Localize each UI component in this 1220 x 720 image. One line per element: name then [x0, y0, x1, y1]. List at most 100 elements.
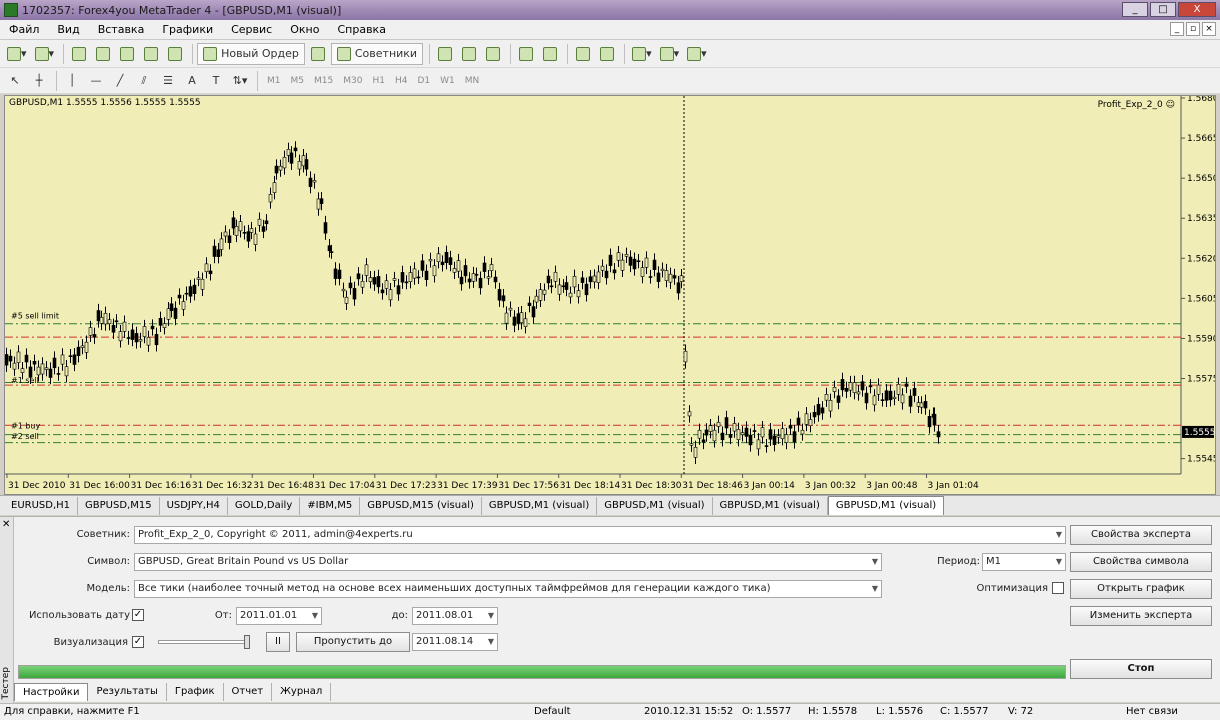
metaeditor-button[interactable]: [307, 43, 329, 65]
menu-charts[interactable]: Графики: [153, 20, 222, 40]
line-chart-button[interactable]: [482, 43, 504, 65]
minimize-button[interactable]: _: [1122, 2, 1148, 17]
chart-shift-button[interactable]: [596, 43, 618, 65]
tab-settings[interactable]: Настройки: [14, 683, 89, 701]
horizontal-line-button[interactable]: —: [85, 70, 107, 92]
close-button[interactable]: X: [1178, 2, 1216, 17]
open-chart-button[interactable]: Открыть график: [1070, 579, 1212, 599]
skip-to-button[interactable]: Пропустить до: [296, 632, 410, 652]
experts-button[interactable]: Советники: [330, 42, 424, 65]
mdi-minimize-icon[interactable]: _: [1170, 22, 1184, 36]
maximize-button[interactable]: □: [1150, 2, 1176, 17]
arrows-button[interactable]: ⇅ ▾: [229, 70, 251, 92]
menu-tools[interactable]: Сервис: [222, 20, 281, 40]
price-tick-label: 1.5635: [1187, 214, 1215, 224]
menu-help[interactable]: Справка: [328, 20, 394, 40]
market-watch-button[interactable]: [68, 43, 90, 65]
speed-slider[interactable]: [158, 640, 250, 644]
text-button[interactable]: A: [181, 70, 203, 92]
chart-tab[interactable]: #IBM,M5: [300, 497, 361, 515]
timeframe-m5[interactable]: M5: [286, 76, 310, 86]
fibo-button[interactable]: ☰: [157, 70, 179, 92]
visual-checkbox[interactable]: ✓: [132, 636, 144, 648]
timeframe-w1[interactable]: W1: [435, 76, 460, 86]
pause-button[interactable]: II: [266, 632, 290, 652]
candle-body: [561, 285, 566, 288]
chart-tab[interactable]: GBPUSD,M1 (visual): [482, 497, 598, 515]
mdi-close-icon[interactable]: ×: [1202, 22, 1216, 36]
channel-button[interactable]: ⫽: [133, 70, 155, 92]
modify-expert-button[interactable]: Изменить эксперта: [1070, 606, 1212, 626]
chart-tab[interactable]: GBPUSD,M15 (visual): [360, 497, 482, 515]
menu-insert[interactable]: Вставка: [89, 20, 154, 40]
candle-body: [327, 245, 332, 252]
model-select[interactable]: Все тики (наиболее точный метод на основ…: [134, 580, 882, 598]
order-label: #1 buy: [11, 421, 40, 430]
tab-graph[interactable]: График: [167, 683, 224, 701]
timeframe-d1[interactable]: D1: [412, 76, 435, 86]
chart-tab[interactable]: GBPUSD,M1 (visual): [597, 497, 713, 515]
timeframe-mn[interactable]: MN: [460, 76, 485, 86]
crosshair-button[interactable]: ┼: [28, 70, 50, 92]
tab-journal[interactable]: Журнал: [272, 683, 332, 701]
candle-body: [28, 366, 33, 378]
menu-window[interactable]: Окно: [281, 20, 328, 40]
to-date-input[interactable]: 2011.08.01 ▼: [412, 607, 498, 625]
chart-tab[interactable]: GBPUSD,M15: [78, 497, 160, 515]
trendline-button[interactable]: ╱: [109, 70, 131, 92]
expert-select[interactable]: Profit_Exp_2_0, Copyright © 2011, admin@…: [134, 526, 1066, 544]
timeframe-m30[interactable]: M30: [338, 76, 367, 86]
bar-chart-button[interactable]: [434, 43, 456, 65]
candle-body: [888, 390, 893, 401]
terminal-button[interactable]: [140, 43, 162, 65]
profiles-button[interactable]: ▾: [32, 43, 58, 65]
timeframe-m15[interactable]: M15: [309, 76, 338, 86]
candle-body: [549, 285, 554, 288]
candle-chart-button[interactable]: [458, 43, 480, 65]
autoscroll-button[interactable]: [572, 43, 594, 65]
tab-report[interactable]: Отчет: [224, 683, 273, 701]
timeframe-h4[interactable]: H4: [390, 76, 413, 86]
indicators-button[interactable]: ▾: [629, 43, 655, 65]
skip-date-input[interactable]: 2011.08.14 ▼: [412, 633, 498, 651]
price-chart[interactable]: 1.5680 1.5665 1.5650 1.5635 1.5620 1.5605 1.55…: [5, 96, 1215, 494]
zoom-out-button[interactable]: [539, 43, 561, 65]
chart-tab[interactable]: EURUSD,H1: [4, 497, 79, 515]
candle-body: [720, 432, 725, 441]
new-chart-button[interactable]: ▾: [4, 43, 30, 65]
chart-area[interactable]: 1.5680 1.5665 1.5650 1.5635 1.5620 1.5605 1.55…: [4, 95, 1216, 495]
menu-file[interactable]: Файл: [0, 20, 48, 40]
symbol-properties-button[interactable]: Свойства символа: [1070, 552, 1212, 572]
mdi-restore-icon[interactable]: ▫: [1186, 22, 1200, 36]
vertical-line-button[interactable]: │: [61, 70, 83, 92]
templates-button[interactable]: ▾: [684, 43, 710, 65]
use-date-checkbox[interactable]: ✓: [132, 609, 144, 621]
chart-tab[interactable]: GBPUSD,M1 (visual): [713, 497, 828, 515]
tester-button[interactable]: [164, 43, 186, 65]
close-icon[interactable]: ✕: [2, 519, 10, 530]
navigator-button[interactable]: [116, 43, 138, 65]
optimization-checkbox[interactable]: [1052, 582, 1064, 594]
separator: [192, 43, 194, 64]
stop-button[interactable]: Стоп: [1070, 659, 1212, 679]
label-button[interactable]: T: [205, 70, 227, 92]
menu-view[interactable]: Вид: [48, 20, 88, 40]
chart-tab[interactable]: USDJPY,H4: [160, 497, 228, 515]
periods-button[interactable]: ▾: [657, 43, 683, 65]
period-select[interactable]: M1 ▼: [982, 553, 1066, 571]
data-window-button[interactable]: [92, 43, 114, 65]
candle-body: [542, 289, 547, 295]
new-order-button[interactable]: Новый Ордер: [197, 42, 305, 65]
speed-slider-thumb[interactable]: [244, 635, 250, 649]
from-date-input[interactable]: 2011.01.01 ▼: [236, 607, 322, 625]
zoom-in-button[interactable]: [515, 43, 537, 65]
symbol-select[interactable]: GBPUSD, Great Britain Pound vs US Dollar…: [134, 553, 882, 571]
tab-results[interactable]: Результаты: [88, 683, 167, 701]
chart-tab[interactable]: GBPUSD,M1 (visual): [827, 496, 945, 515]
timeframe-m1[interactable]: M1: [262, 76, 286, 86]
candle-body: [697, 429, 702, 439]
chart-tab[interactable]: GOLD,Daily: [228, 497, 301, 515]
timeframe-h1[interactable]: H1: [367, 76, 390, 86]
cursor-button[interactable]: ↖: [4, 70, 26, 92]
expert-properties-button[interactable]: Свойства эксперта: [1070, 525, 1212, 545]
